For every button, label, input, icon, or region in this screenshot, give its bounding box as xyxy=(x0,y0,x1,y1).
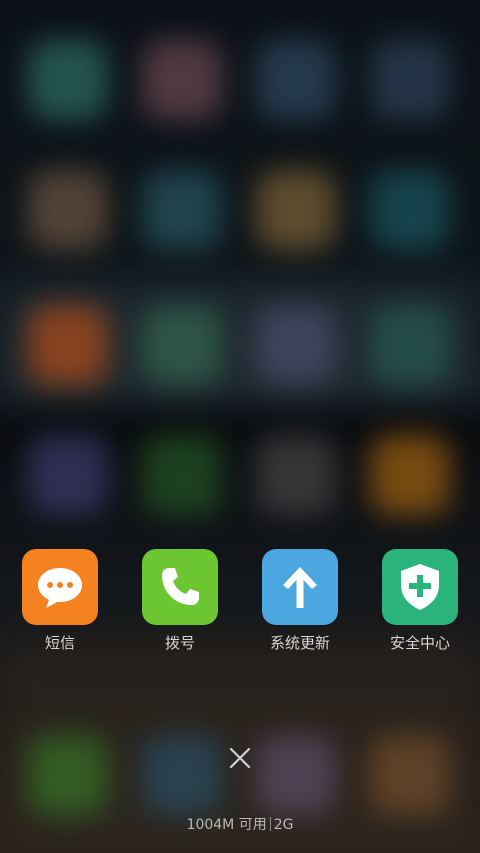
phone-icon xyxy=(142,549,218,625)
recent-app-label: 拨号 xyxy=(164,634,195,652)
memory-status: 1004M 可用 2G xyxy=(0,815,480,835)
memory-available: 1004M 可用 xyxy=(186,817,267,833)
recent-apps-row: 短信 拨号 系统更新 安全中心 xyxy=(0,549,480,659)
recent-app-label: 系统更新 xyxy=(269,634,330,652)
recent-app-dialer[interactable]: 拨号 xyxy=(130,549,230,652)
shield-plus-icon xyxy=(382,549,458,625)
recent-app-label: 短信 xyxy=(44,634,75,652)
clear-all-button[interactable] xyxy=(226,744,254,772)
recent-app-security-center[interactable]: 安全中心 xyxy=(370,549,470,652)
recent-app-messages[interactable]: 短信 xyxy=(10,549,110,652)
arrow-up-icon xyxy=(262,549,338,625)
message-bubble-icon xyxy=(22,549,98,625)
memory-separator xyxy=(269,817,271,831)
close-icon xyxy=(229,747,251,769)
recent-app-system-update[interactable]: 系统更新 xyxy=(250,549,350,652)
memory-total: 2G xyxy=(273,817,294,833)
recent-apps-screen: 短信 拨号 系统更新 安全中心 1004M 可用 2G xyxy=(0,0,480,853)
recent-app-label: 安全中心 xyxy=(389,634,450,652)
